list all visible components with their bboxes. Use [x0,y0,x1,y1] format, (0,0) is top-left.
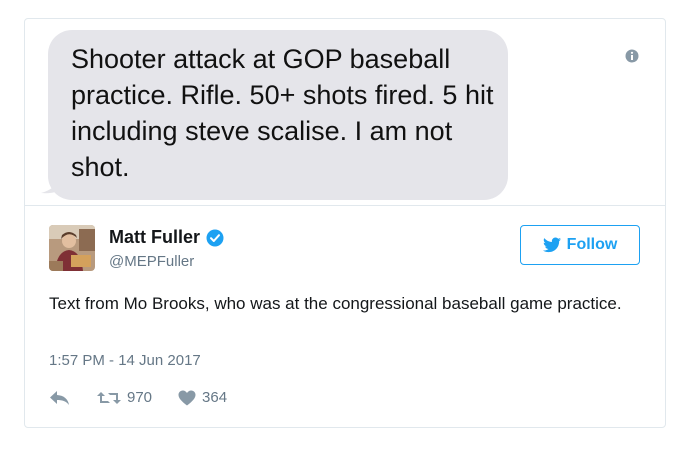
tweet-text: Text from Mo Brooks, who was at the cong… [49,294,622,313]
tweet-media[interactable]: Shooter attack at GOP baseball practice.… [25,19,665,206]
tweet-actions: 970 364 [49,389,227,406]
avatar[interactable] [49,225,95,271]
twitter-bird-icon [542,237,561,253]
follow-label: Follow [566,236,618,253]
reply-button[interactable] [49,390,71,406]
follow-button[interactable]: Follow [520,225,640,265]
author-name-row: Matt Fuller [109,227,224,248]
author-handle[interactable]: @MEPFuller [109,253,194,270]
verified-badge-icon [206,229,224,246]
retweet-count: 970 [127,389,153,406]
avatar-photo [49,225,95,271]
tweet-card: Shooter attack at GOP baseball practice.… [24,18,666,428]
reply-icon [50,390,69,405]
message-text: Shooter attack at GOP baseball practice.… [71,44,494,182]
author-name[interactable]: Matt Fuller [109,227,200,248]
retweet-icon [97,391,121,404]
like-button[interactable]: 364 [178,389,227,406]
info-icon[interactable] [625,49,639,63]
retweet-button[interactable]: 970 [97,389,152,406]
like-count: 364 [202,389,228,406]
heart-icon [178,390,196,405]
tweet-timestamp[interactable]: 1:57 PM - 14 Jun 2017 [49,352,201,369]
